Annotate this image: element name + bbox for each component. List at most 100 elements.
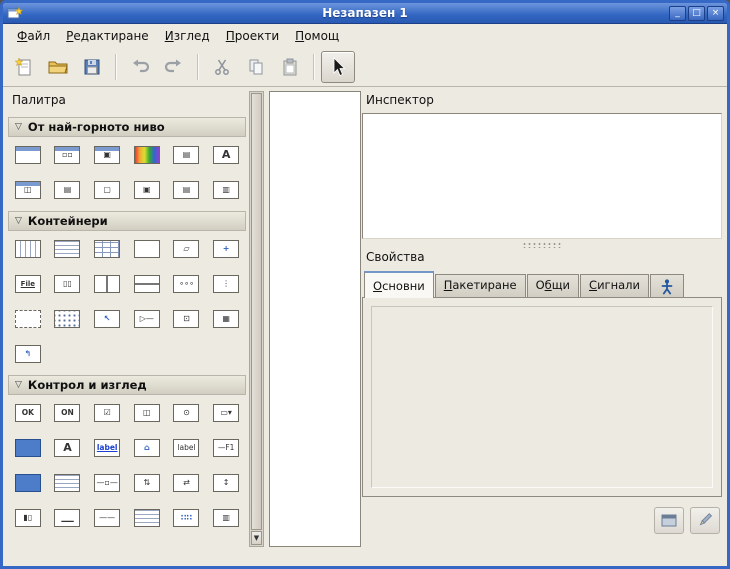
palette-icon[interactable]: ☑: [94, 404, 120, 422]
new-project-icon: [13, 56, 35, 78]
palette-icon[interactable]: ⊡: [173, 310, 199, 328]
palette-icon[interactable]: ▦: [213, 310, 239, 328]
palette-icon[interactable]: ▁▁: [54, 509, 80, 527]
pane-resize-handle[interactable]: [522, 242, 562, 248]
palette-icon[interactable]: [15, 240, 41, 258]
palette-icon[interactable]: ▥: [213, 181, 239, 199]
main-area: Палитра ▽ От най-горното ниво ▫▫ ▣ ▤ A: [3, 87, 727, 565]
palette-icon[interactable]: [54, 310, 80, 328]
palette-section-containers[interactable]: ▽ Контейнери: [8, 211, 246, 231]
menu-projects[interactable]: Проекти: [218, 26, 287, 46]
palette-icon[interactable]: —▫—: [94, 474, 120, 492]
cut-icon: [211, 56, 233, 78]
tab-general[interactable]: Основни: [364, 271, 434, 298]
palette-icon[interactable]: [15, 310, 41, 328]
palette-icon[interactable]: ▣: [94, 146, 120, 164]
close-button[interactable]: ×: [707, 6, 724, 21]
paste-button[interactable]: [273, 51, 307, 83]
window-title: Незапазен 1: [3, 6, 727, 20]
palette-icon[interactable]: ⋮: [213, 275, 239, 293]
inspector-tree[interactable]: [362, 113, 722, 239]
palette-icon[interactable]: ↖: [94, 310, 120, 328]
palette-icon[interactable]: ⊙: [173, 404, 199, 422]
selector-button[interactable]: [321, 51, 355, 83]
minimize-button[interactable]: _: [669, 6, 686, 21]
palette-icon[interactable]: [134, 146, 160, 164]
palette-icon[interactable]: ON: [54, 404, 80, 422]
collapse-triangle-icon: ▽: [15, 216, 22, 226]
palette-icon[interactable]: ⌂: [134, 439, 160, 457]
palette-icon[interactable]: [134, 240, 160, 258]
palette-icon[interactable]: label: [173, 439, 199, 457]
tab-common[interactable]: Общи: [527, 274, 579, 297]
palette-icon[interactable]: ⇅: [134, 474, 160, 492]
palette-icon[interactable]: ▷—: [134, 310, 160, 328]
palette-icon[interactable]: ◫: [15, 181, 41, 199]
properties-title: Свойства: [362, 250, 722, 270]
palette-section-toplevel[interactable]: ▽ От най-горното ниво: [8, 117, 246, 137]
palette-icon[interactable]: ◫: [134, 404, 160, 422]
new-project-button[interactable]: [7, 51, 41, 83]
palette-icon[interactable]: ∷∷: [173, 509, 199, 527]
maximize-button[interactable]: □: [688, 6, 705, 21]
scrollbar-down-arrow-icon[interactable]: ▼: [251, 531, 262, 545]
palette-icon[interactable]: +: [213, 240, 239, 258]
save-project-button[interactable]: [75, 51, 109, 83]
palette-title: Палитра: [8, 91, 246, 113]
palette-icon[interactable]: [94, 275, 120, 293]
palette-section-controls[interactable]: ▽ Контрол и изглед: [8, 375, 246, 395]
tab-packing[interactable]: Пакетиране: [435, 274, 526, 297]
palette-scrollbar[interactable]: ▼: [249, 91, 264, 547]
palette-icon[interactable]: [15, 146, 41, 164]
palette-icon[interactable]: ▯▯: [54, 275, 80, 293]
palette-icon[interactable]: [54, 474, 80, 492]
palette-icon[interactable]: ∘∘∘: [173, 275, 199, 293]
palette-icon[interactable]: —F1: [213, 439, 239, 457]
palette-icon[interactable]: ▮▯: [15, 509, 41, 527]
palette-icon[interactable]: ⇄: [173, 474, 199, 492]
palette-icon[interactable]: [54, 240, 80, 258]
cut-button[interactable]: [205, 51, 239, 83]
palette-icon[interactable]: OK: [15, 404, 41, 422]
palette-icon[interactable]: ▤: [173, 181, 199, 199]
palette-icon[interactable]: [134, 275, 160, 293]
properties-tabs: Основни Пакетиране Общи Сигнали: [362, 270, 722, 297]
palette-icon[interactable]: [15, 439, 41, 457]
menu-view[interactable]: Изглед: [157, 26, 218, 46]
palette-icon[interactable]: File: [15, 275, 41, 293]
palette-icon[interactable]: A: [213, 146, 239, 164]
palette-icon[interactable]: ▢: [94, 181, 120, 199]
palette-icon[interactable]: [94, 240, 120, 258]
open-project-button[interactable]: [41, 51, 75, 83]
tab-accessibility[interactable]: [650, 274, 684, 297]
palette-icon[interactable]: ▤: [54, 181, 80, 199]
undo-button[interactable]: [123, 51, 157, 83]
menu-file[interactable]: Файл: [9, 26, 58, 46]
menu-help[interactable]: Помощ: [287, 26, 347, 46]
palette-icon[interactable]: ▭▾: [213, 404, 239, 422]
palette-icon[interactable]: ▱: [173, 240, 199, 258]
palette-icon[interactable]: ▥: [213, 509, 239, 527]
palette-icon[interactable]: ——: [94, 509, 120, 527]
palette-icon[interactable]: ↕: [213, 474, 239, 492]
copy-button[interactable]: [239, 51, 273, 83]
palette-icon[interactable]: ▫▫: [54, 146, 80, 164]
toolbar-separator: [197, 54, 199, 80]
palette-icon[interactable]: label: [94, 439, 120, 457]
undo-icon: [129, 56, 151, 78]
scrollbar-thumb[interactable]: [251, 93, 262, 530]
menu-edit[interactable]: Редактиране: [58, 26, 157, 46]
palette-icon[interactable]: A: [54, 439, 80, 457]
titlebar[interactable]: Незапазен 1 _ □ ×: [3, 3, 727, 24]
edit-text-button[interactable]: [690, 507, 720, 534]
palette-icon[interactable]: ↰: [15, 345, 41, 363]
edit-dialog-button[interactable]: [654, 507, 684, 534]
redo-button[interactable]: [157, 51, 191, 83]
palette-icon[interactable]: ▣: [134, 181, 160, 199]
redo-icon: [163, 56, 185, 78]
palette-icon[interactable]: ▤: [173, 146, 199, 164]
project-workspace[interactable]: [269, 91, 361, 547]
palette-icon[interactable]: [15, 474, 41, 492]
tab-signals[interactable]: Сигнали: [580, 274, 649, 297]
palette-icon[interactable]: [134, 509, 160, 527]
